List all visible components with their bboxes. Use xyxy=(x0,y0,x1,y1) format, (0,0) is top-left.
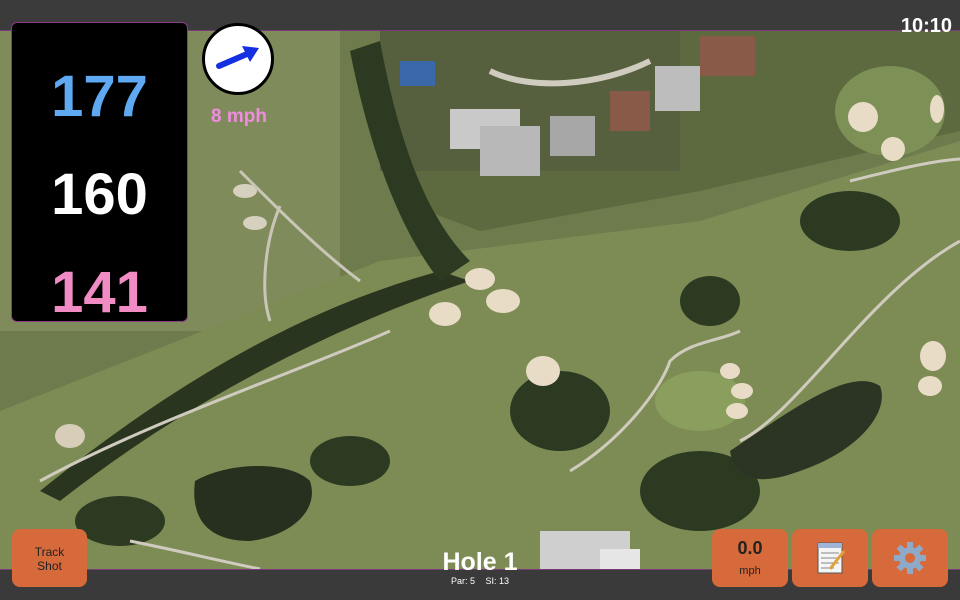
clock: 10:10 xyxy=(900,15,952,37)
speed-button[interactable]: 0.0 mph xyxy=(712,529,788,587)
back-distance: 177 xyxy=(51,64,148,129)
wind-indicator xyxy=(202,23,274,95)
speed-unit: mph xyxy=(739,565,761,577)
settings-button[interactable] xyxy=(872,529,948,587)
hole-title: Hole 1 xyxy=(442,548,518,576)
notes-button[interactable] xyxy=(792,529,868,587)
gear-icon xyxy=(894,542,926,574)
track-shot-label-line2: Shot xyxy=(37,559,62,573)
track-shot-button[interactable]: Track Shot xyxy=(12,529,87,587)
notepad-icon xyxy=(817,542,846,574)
wind-speed: 8 mph xyxy=(211,106,267,127)
hole-par: Par: 5 xyxy=(450,576,475,586)
track-shot-label-line1: Track xyxy=(34,545,65,559)
wind-arrow-icon xyxy=(216,46,259,69)
middle-distance: 160 xyxy=(51,162,148,227)
hole-info: Par: 5 SI: 13 xyxy=(380,576,580,586)
speed-value: 0.0 xyxy=(737,538,763,558)
hole-stroke-index: SI: 13 xyxy=(485,576,510,586)
front-distance: 141 xyxy=(51,260,148,325)
distance-panel: 177 160 141 xyxy=(11,22,188,325)
